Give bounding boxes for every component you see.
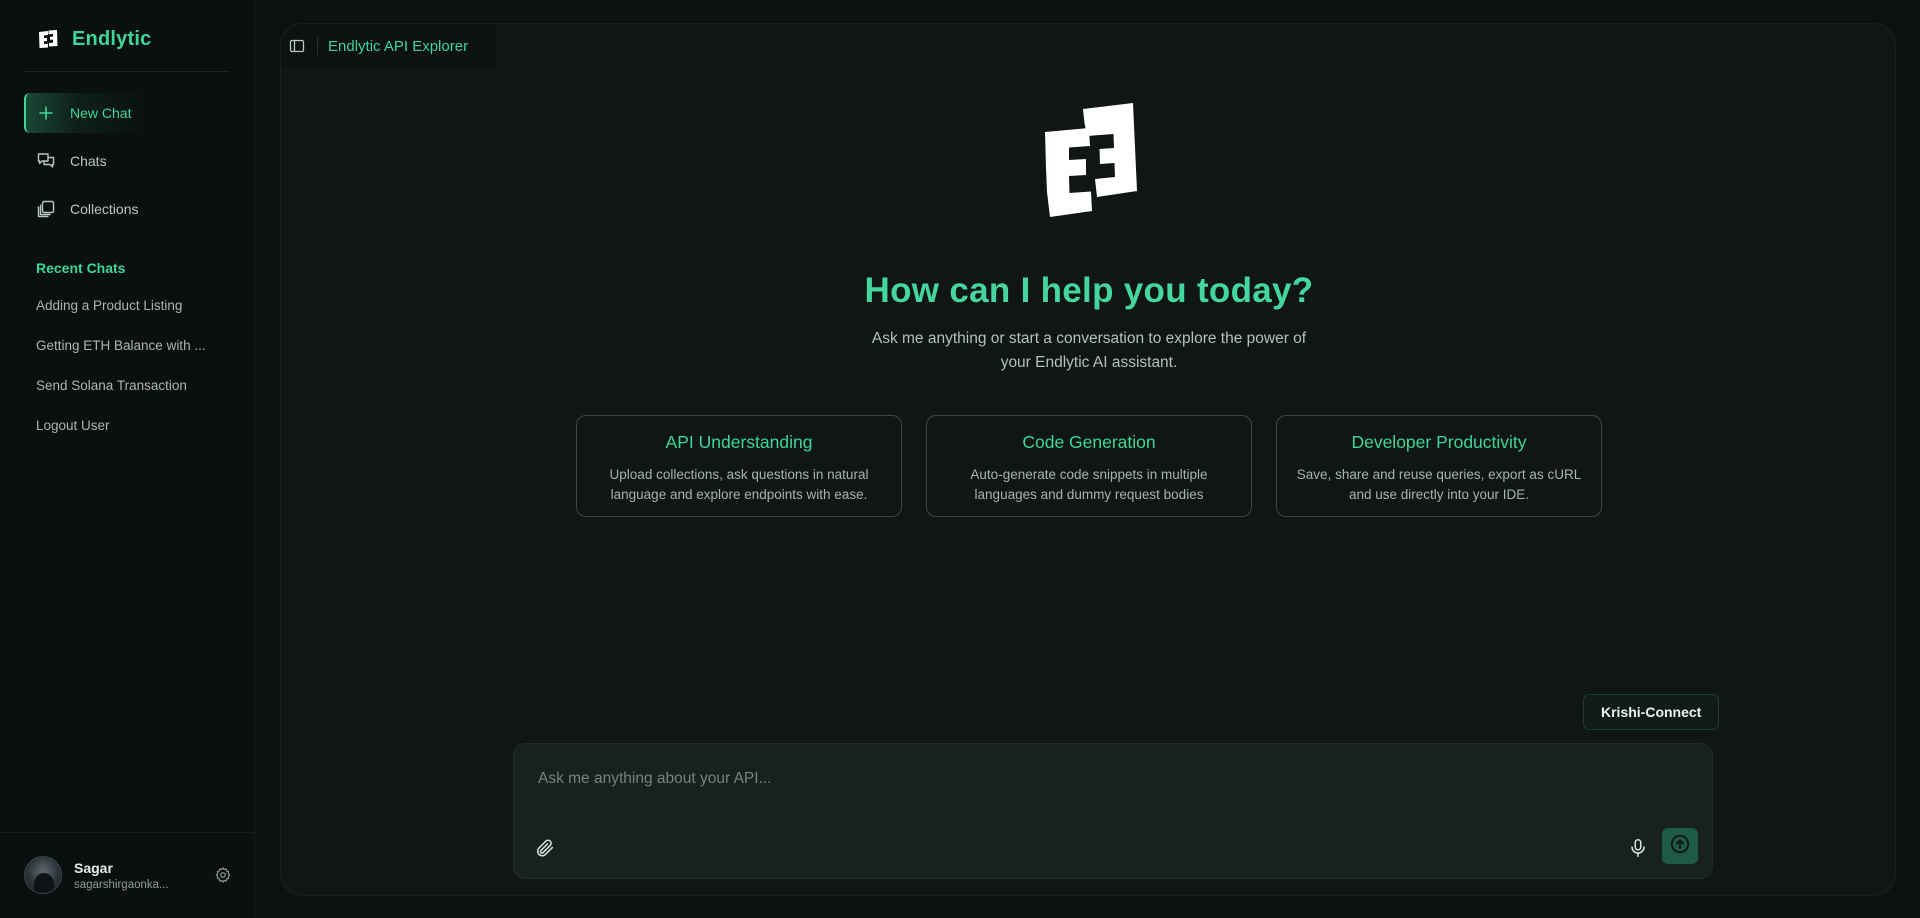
chat-composer [513,743,1713,879]
card-description: Auto-generate code snippets in multiple … [970,467,1208,502]
hero-title: How can I help you today? [864,271,1314,310]
sidebar-toggle-icon[interactable] [287,36,307,56]
app-root: Endlytic New Chat Chats Collections Rece… [0,0,1920,918]
page-title: Endlytic API Explorer [328,37,469,55]
send-button[interactable] [1662,828,1698,864]
paperclip-icon[interactable] [534,837,556,859]
topbar: Endlytic API Explorer [281,24,496,68]
brand[interactable]: Endlytic [36,24,151,54]
recent-chat-item[interactable]: Send Solana Transaction [36,374,226,414]
gear-icon[interactable] [214,866,232,884]
recent-chat-item[interactable]: Logout User [36,414,226,454]
card-description: Save, share and reuse queries, export as… [1296,467,1582,502]
feature-card-api-understanding[interactable]: API Understanding Upload collections, as… [576,415,902,517]
main-panel: Endlytic API Explorer How can I help you… [280,23,1896,896]
collections-icon [36,199,56,219]
divider [0,832,255,833]
recent-chats-list: Adding a Product Listing Getting ETH Bal… [36,294,226,454]
divider [24,71,229,72]
arrow-up-circle-icon [1669,833,1691,860]
new-chat-button[interactable]: New Chat [24,93,230,133]
user-info: Sagar sagarshirgaonka... [74,860,194,891]
recent-chats-heading: Recent Chats [36,260,126,276]
hero-subtitle: Ask me anything or start a conversation … [871,330,1307,371]
nav-item-label: Chats [70,153,107,169]
sidebar-item-collections[interactable]: Collections [24,189,230,229]
nav-item-label: New Chat [70,105,132,121]
feature-card-developer-productivity[interactable]: Developer Productivity Save, share and r… [1276,415,1602,517]
recent-chat-item[interactable]: Adding a Product Listing [36,294,226,334]
sidebar-item-chats[interactable]: Chats [24,141,230,181]
card-title: Developer Productivity [1351,432,1527,452]
card-title: Code Generation [1022,432,1156,452]
user-profile[interactable]: Sagar sagarshirgaonka... [24,856,234,894]
avatar [24,856,62,894]
user-email: sagarshirgaonka... [74,878,169,891]
plus-icon [36,103,56,123]
divider [317,37,318,55]
brand-name: Endlytic [72,27,152,50]
chat-input[interactable] [538,764,1678,794]
recent-chat-item[interactable]: Getting ETH Balance with ... [36,334,226,374]
endlytic-hero-logo-icon [1031,96,1141,226]
chats-icon [36,151,56,171]
feature-cards: API Understanding Upload collections, as… [576,415,1602,517]
microphone-icon[interactable] [1627,837,1649,859]
sidebar-nav: New Chat Chats Collections [24,93,230,237]
sidebar: Endlytic New Chat Chats Collections Rece… [0,0,255,918]
endlytic-logo-icon [36,27,60,51]
card-description: Upload collections, ask questions in nat… [609,467,869,502]
collection-chip[interactable]: Krishi-Connect [1583,694,1720,730]
card-title: API Understanding [665,432,813,452]
feature-card-code-generation[interactable]: Code Generation Auto-generate code snipp… [926,415,1252,517]
nav-item-label: Collections [70,201,139,217]
user-name: Sagar [74,859,113,876]
